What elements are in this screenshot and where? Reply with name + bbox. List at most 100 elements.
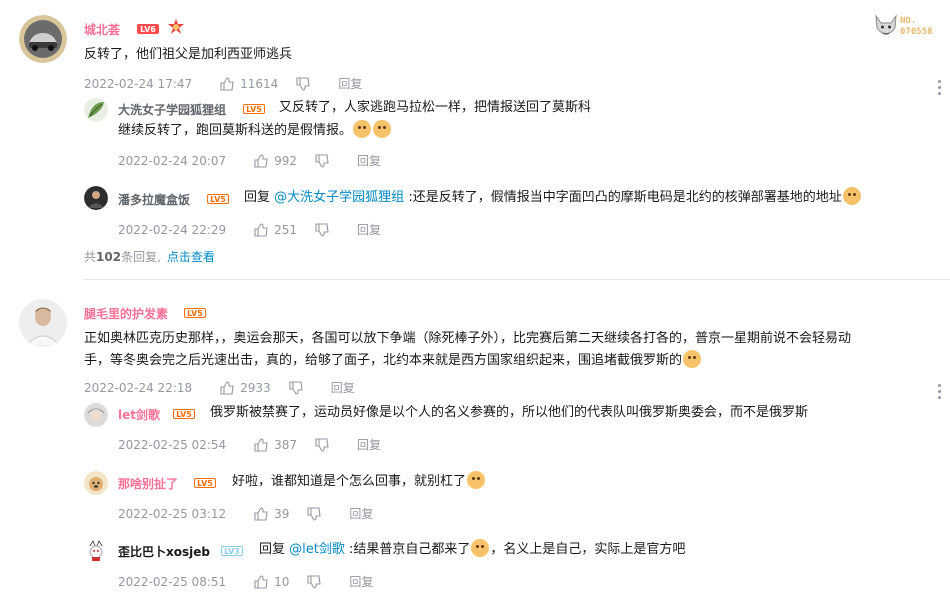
avatar[interactable] bbox=[84, 98, 108, 122]
thumbs-up-icon bbox=[220, 380, 234, 395]
thumbs-up-icon bbox=[220, 76, 234, 91]
reply-button[interactable]: 回复 bbox=[357, 221, 381, 238]
username[interactable]: 那啥别扯了 bbox=[118, 475, 178, 492]
medal-icon bbox=[168, 19, 184, 34]
level-badge: LV5 bbox=[207, 194, 229, 204]
thumbs-up-icon bbox=[254, 222, 268, 237]
reply-button[interactable]: 回复 bbox=[349, 505, 373, 522]
avatar[interactable] bbox=[84, 539, 108, 563]
dislike-button[interactable] bbox=[315, 153, 335, 168]
reply-meta: 2022-02-24 20:07 992 回复 bbox=[118, 152, 381, 169]
like-count: 39 bbox=[274, 506, 290, 521]
person-avatar-icon bbox=[19, 299, 67, 347]
doge-emoji-icon bbox=[373, 120, 392, 138]
thumbs-down-icon bbox=[315, 153, 329, 168]
timestamp: 2022-02-24 22:29 bbox=[118, 222, 227, 237]
thumbs-up-icon bbox=[254, 437, 268, 452]
dislike-button[interactable] bbox=[315, 437, 335, 452]
like-count: 10 bbox=[274, 574, 290, 589]
dislike-button[interactable] bbox=[289, 380, 309, 395]
level-badge: LV3 bbox=[221, 546, 243, 556]
username[interactable]: let剑歌 bbox=[118, 406, 160, 423]
doge-emoji-icon bbox=[842, 187, 861, 205]
reply-meta: 2022-02-25 03:12 39 回复 bbox=[118, 505, 373, 522]
leaf-avatar-icon bbox=[84, 98, 108, 122]
username[interactable]: 潘多拉魔盒饭 bbox=[118, 191, 190, 208]
comment-text-continued: 手，等冬奥会完之后光速出击，真的，给够了面子，北约本来就是西方国家组织起来，围追… bbox=[84, 350, 702, 372]
dislike-button[interactable] bbox=[296, 76, 316, 91]
divider bbox=[84, 279, 950, 280]
timestamp: 2022-02-24 17:47 bbox=[84, 76, 193, 91]
reply-text: 俄罗斯被禁赛了，运动员好像是以个人的名义参赛的，所以他们的代表队叫俄罗斯奥委会，… bbox=[210, 405, 809, 420]
username[interactable]: 腿毛里的护发素 bbox=[84, 305, 168, 322]
reply-text: 回复 @大洗女子学园狐狸组 :还是反转了，假情报当中字面凹凸的摩斯电码是北约的核… bbox=[244, 187, 862, 209]
view-replies-link[interactable]: 点击查看 bbox=[167, 250, 215, 264]
reply-button[interactable]: 回复 bbox=[331, 379, 355, 396]
thumbs-up-icon bbox=[254, 153, 268, 168]
reply-meta: 2022-02-25 02:54 387 回复 bbox=[118, 436, 381, 453]
thumbs-up-icon bbox=[254, 574, 268, 589]
comment-text: 正如奥林匹克历史那样，，奥运会那天，各国可以放下争端（除死棒子外），比完赛后第二… bbox=[84, 331, 852, 346]
thumbs-down-icon bbox=[307, 574, 322, 589]
like-count: 992 bbox=[274, 153, 298, 168]
fan-badge-number: NO. 070558 bbox=[900, 16, 933, 37]
dislike-button[interactable] bbox=[307, 506, 327, 521]
more-options-icon[interactable] bbox=[938, 384, 942, 400]
level-badge: LV5 bbox=[243, 104, 265, 114]
mention-link[interactable]: @大洗女子学园狐狸组 bbox=[274, 190, 404, 205]
timestamp: 2022-02-24 20:07 bbox=[118, 153, 227, 168]
like-count: 387 bbox=[274, 437, 298, 452]
comment-text: 反转了，他们祖父是加利西亚师逃兵 bbox=[84, 47, 293, 62]
username[interactable]: 城北荟 bbox=[84, 21, 120, 38]
reply-button[interactable]: 回复 bbox=[338, 75, 362, 92]
thumbs-down-icon bbox=[315, 437, 329, 452]
mention-link[interactable]: @let剑歌 bbox=[289, 542, 345, 557]
reply-button[interactable]: 回复 bbox=[357, 436, 381, 453]
username[interactable]: 大洗女子学园狐狸组 bbox=[118, 101, 226, 118]
avatar[interactable] bbox=[84, 186, 108, 210]
emoji-icon bbox=[471, 539, 490, 557]
reply-button[interactable]: 回复 bbox=[349, 573, 373, 590]
like-button[interactable]: 2933 bbox=[220, 381, 271, 395]
timestamp: 2022-02-25 03:12 bbox=[118, 506, 227, 521]
thumbs-down-icon bbox=[296, 76, 310, 91]
comment-meta: 2022-02-24 17:47 11614 回复 bbox=[84, 75, 362, 92]
like-button[interactable]: 11614 bbox=[220, 77, 278, 91]
level-badge: LV5 bbox=[184, 308, 206, 318]
reply-count-summary: 共102条回复, 点击查看 bbox=[84, 250, 215, 264]
reply-text-continued: 继续反转了，跑回莫斯科送的是假情报。 bbox=[118, 120, 392, 142]
avatar[interactable] bbox=[19, 15, 67, 63]
fox-badge-icon bbox=[875, 14, 897, 35]
level-badge: LV6 bbox=[137, 24, 159, 34]
like-button[interactable]: 251 bbox=[254, 223, 297, 237]
reply-count: 102 bbox=[96, 250, 122, 264]
avatar[interactable] bbox=[84, 471, 108, 495]
like-button[interactable]: 992 bbox=[254, 154, 297, 168]
reply-meta: 2022-02-24 22:29 251 回复 bbox=[118, 221, 381, 238]
anime-avatar-icon bbox=[84, 403, 108, 427]
timestamp: 2022-02-24 22:18 bbox=[84, 380, 193, 395]
avatar[interactable] bbox=[84, 403, 108, 427]
emoji-icon bbox=[467, 471, 486, 489]
more-options-icon[interactable] bbox=[938, 80, 942, 96]
username[interactable]: 歪比巴卜xosjeb bbox=[118, 543, 210, 560]
timestamp: 2022-02-25 08:51 bbox=[118, 574, 227, 589]
like-button[interactable]: 39 bbox=[254, 507, 289, 521]
dislike-button[interactable] bbox=[315, 222, 335, 237]
thumbs-down-icon bbox=[289, 380, 303, 395]
like-button[interactable]: 10 bbox=[254, 575, 289, 589]
reply-button[interactable]: 回复 bbox=[357, 152, 381, 169]
level-badge: LV5 bbox=[173, 409, 195, 419]
avatar[interactable] bbox=[19, 299, 67, 347]
like-count: 11614 bbox=[240, 76, 279, 91]
character-avatar-icon bbox=[84, 539, 108, 563]
like-button[interactable]: 387 bbox=[254, 438, 297, 452]
comment-meta: 2022-02-24 22:18 2933 回复 bbox=[84, 379, 355, 396]
person-avatar-icon bbox=[84, 186, 108, 210]
thumbs-up-icon bbox=[254, 506, 268, 521]
fan-badge: NO. 070558 bbox=[873, 12, 945, 42]
thumbs-down-icon bbox=[315, 222, 329, 237]
reply-text: 又反转了，人家逃跑马拉松一样，把情报送回了莫斯科 bbox=[279, 100, 592, 115]
dog-avatar-icon bbox=[84, 471, 108, 495]
dislike-button[interactable] bbox=[307, 574, 327, 589]
